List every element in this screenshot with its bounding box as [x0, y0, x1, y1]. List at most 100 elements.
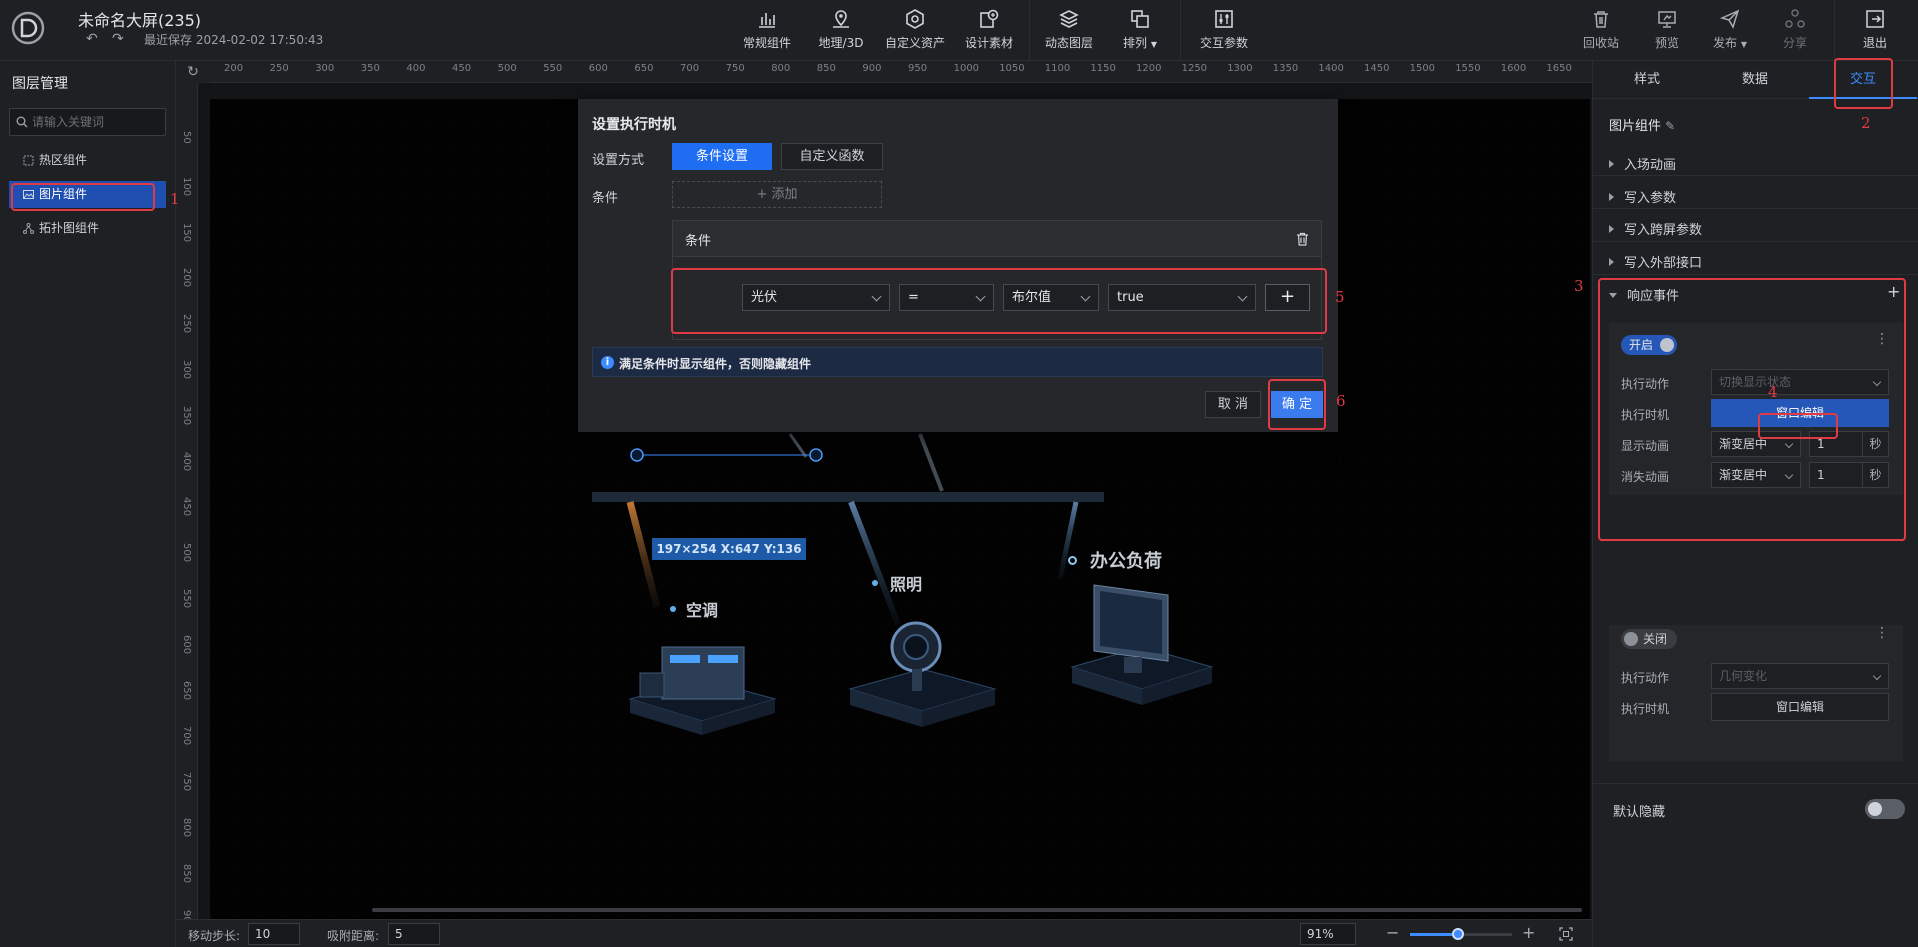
- vertical-ruler: 50 100 150 200 250 300 350 400 450 500 550 600 650 70…: [176, 83, 198, 919]
- toolbar-arrange[interactable]: 排列 ▼: [1114, 8, 1166, 54]
- ruler-tick: 1150: [1090, 63, 1116, 74]
- annotation-number-5: 5: [1335, 288, 1345, 306]
- share-icon: [1785, 9, 1805, 28]
- caret-right-icon: [1609, 225, 1614, 233]
- annotation-box-5: [671, 268, 1327, 334]
- preview-button[interactable]: 预览: [1645, 8, 1689, 54]
- layer-item-topology[interactable]: 拓扑图组件: [9, 215, 166, 242]
- ruler-tick: 550: [543, 63, 563, 74]
- arrange-icon: [1131, 10, 1149, 28]
- caret-right-icon: [1609, 258, 1614, 266]
- add-condition-button[interactable]: + 添加: [672, 181, 882, 208]
- layer-search-input[interactable]: [32, 109, 162, 135]
- refresh-icon[interactable]: ↻: [176, 61, 210, 83]
- ruler-tick: 350: [181, 405, 192, 425]
- send-icon: [1719, 9, 1740, 29]
- caret-right-icon: [1609, 193, 1614, 201]
- ruler-tick: 550: [181, 589, 192, 609]
- device-dot: [1068, 556, 1077, 565]
- section-divider: [1593, 208, 1918, 209]
- event-toggle-off[interactable]: 关闭: [1621, 629, 1677, 649]
- ruler-tick: 50: [181, 131, 192, 144]
- ruler-tick: 1650: [1546, 63, 1572, 74]
- layer-item-hotzone[interactable]: 热区组件: [9, 147, 166, 174]
- ruler-tick: 700: [181, 726, 192, 746]
- section-write-cross-screen[interactable]: 写入跨屏参数: [1609, 219, 1702, 238]
- ruler-tick: 400: [406, 63, 426, 74]
- toolbar-custom-assets[interactable]: 自定义资产: [884, 8, 946, 54]
- tab-style[interactable]: 样式: [1593, 61, 1701, 99]
- ruler-tick: 900: [862, 63, 882, 74]
- layer-panel-title: 图层管理: [12, 76, 68, 92]
- toolbar-common-components[interactable]: 常规组件: [741, 8, 793, 54]
- ruler-tick: 300: [181, 360, 192, 380]
- ruler-tick: 100: [181, 176, 192, 196]
- toolbar-design-materials[interactable]: 设计素材: [963, 8, 1015, 54]
- toolbar-dynamic-layers[interactable]: 动态图层: [1043, 8, 1095, 54]
- more-icon[interactable]: ⋮: [1875, 625, 1889, 641]
- ruler-tick: 850: [816, 63, 836, 74]
- info-notice: i 满足条件时显示组件，否则隐藏组件: [592, 347, 1323, 377]
- fit-screen-icon[interactable]: [1559, 927, 1573, 941]
- ruler-tick: 500: [181, 543, 192, 563]
- toolbar-geo-3d[interactable]: 地理/3D: [815, 8, 867, 54]
- action-select[interactable]: 几何变化: [1711, 663, 1889, 689]
- undo-icon[interactable]: ↶: [86, 31, 98, 47]
- default-hidden-switch[interactable]: [1865, 799, 1905, 819]
- plus-icon: +: [756, 187, 772, 202]
- timing-window-edit-button[interactable]: 窗口编辑: [1711, 693, 1889, 721]
- ruler-tick: 1450: [1364, 63, 1390, 74]
- ruler-tick: 600: [588, 63, 608, 74]
- section-entry-animation[interactable]: 入场动画: [1609, 154, 1676, 173]
- trash-button[interactable]: 回收站: [1579, 8, 1623, 54]
- section-divider: [1593, 274, 1918, 275]
- ruler-tick: 1200: [1136, 63, 1162, 74]
- component-name: 图片组件 ✎: [1609, 119, 1676, 134]
- section-write-external[interactable]: 写入外部接口: [1609, 252, 1702, 271]
- ruler-tick: 300: [315, 63, 335, 74]
- zoom-slider-handle[interactable]: [1451, 928, 1464, 940]
- horizontal-scrollbar[interactable]: [372, 908, 1582, 912]
- device-label-ac: 空调: [686, 601, 719, 620]
- share-button[interactable]: 分享: [1773, 8, 1817, 54]
- cancel-button[interactable]: 取 消: [1205, 391, 1261, 418]
- ruler-tick: 650: [181, 680, 192, 700]
- ruler-tick: 250: [269, 63, 289, 74]
- step-input[interactable]: 10: [248, 923, 300, 945]
- section-divider: [1593, 241, 1918, 242]
- app-logo: [11, 11, 45, 45]
- zoom-slider[interactable]: [1410, 928, 1512, 940]
- exit-button[interactable]: 退出: [1853, 8, 1897, 54]
- zoom-value[interactable]: 91%: [1300, 923, 1356, 945]
- annotation-number-6: 6: [1336, 392, 1346, 410]
- mode-function-button[interactable]: 自定义函数: [781, 143, 883, 170]
- redo-icon[interactable]: ↷: [112, 31, 124, 47]
- zoom-in-icon[interactable]: +: [1522, 923, 1535, 942]
- toolbar-divider: [1180, 0, 1181, 61]
- tab-data[interactable]: 数据: [1701, 61, 1809, 99]
- zoom-slider-fill: [1410, 933, 1458, 936]
- ruler-tick: 400: [181, 451, 192, 471]
- ruler-tick: 500: [497, 63, 517, 74]
- snap-label: 吸附距离:: [327, 929, 380, 943]
- toggle-knob: [1868, 802, 1882, 816]
- map-pin-icon: [833, 10, 849, 28]
- project-title[interactable]: 未命名大屏(235): [78, 7, 201, 31]
- ruler-tick: 1550: [1455, 63, 1481, 74]
- layer-search[interactable]: [9, 108, 166, 136]
- zoom-out-icon[interactable]: −: [1386, 923, 1399, 942]
- chevron-down-icon: ▼: [1150, 40, 1157, 49]
- preview-icon: [1658, 11, 1676, 28]
- timing-label: 执行时机: [1621, 702, 1670, 716]
- ruler-tick: 800: [771, 63, 791, 74]
- ruler-tick: 900: [181, 910, 192, 919]
- section-write-params[interactable]: 写入参数: [1609, 187, 1676, 206]
- mode-condition-button[interactable]: 条件设置: [672, 143, 772, 170]
- delete-icon[interactable]: [1296, 232, 1309, 246]
- ruler-tick: 600: [181, 634, 192, 654]
- edit-icon[interactable]: ✎: [1665, 119, 1675, 133]
- publish-button[interactable]: 发布 ▼: [1706, 8, 1754, 54]
- ruler-tick: 200: [224, 63, 244, 74]
- toolbar-interaction-params[interactable]: 交互参数: [1196, 8, 1252, 54]
- snap-input[interactable]: 5: [388, 923, 440, 945]
